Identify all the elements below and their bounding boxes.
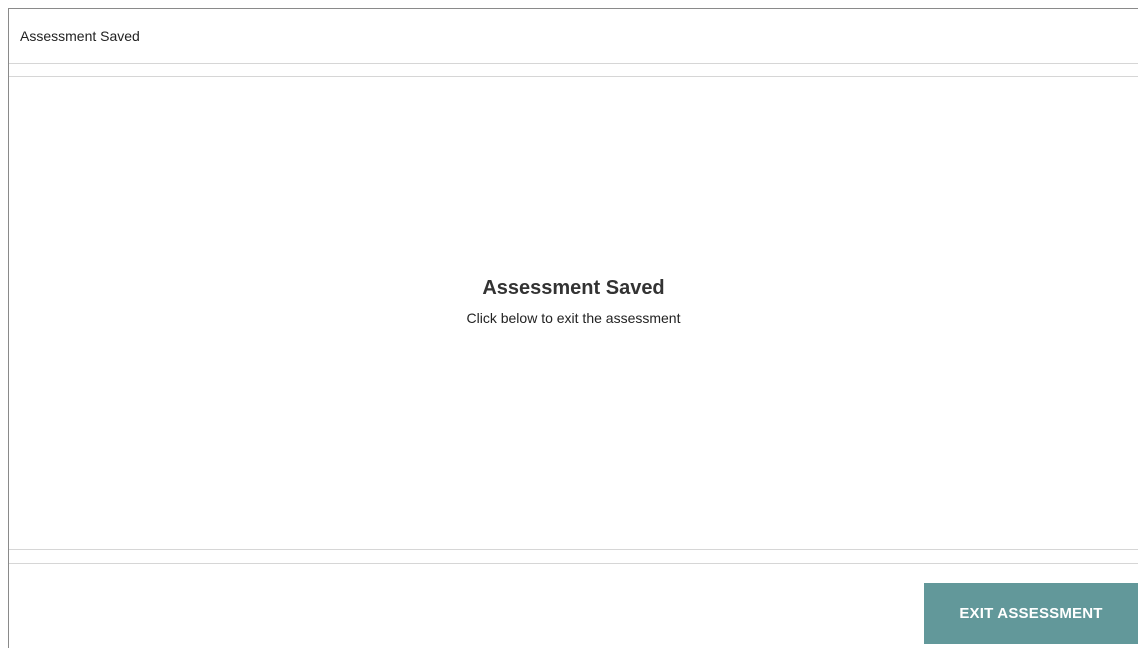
exit-assessment-button[interactable]: EXIT ASSESSMENT: [924, 583, 1138, 644]
header-title: Assessment Saved: [20, 28, 140, 44]
header-bar: Assessment Saved: [9, 9, 1138, 63]
header-divider-top: [9, 63, 1138, 64]
instruction-text: Click below to exit the assessment: [466, 309, 681, 326]
page-title: Assessment Saved: [482, 276, 665, 299]
footer-divider-top: [9, 549, 1138, 550]
assessment-frame: Assessment Saved Assessment Saved Click …: [8, 8, 1138, 648]
main-content: Assessment Saved Click below to exit the…: [9, 77, 1138, 549]
footer-bar: EXIT ASSESSMENT: [9, 564, 1138, 649]
